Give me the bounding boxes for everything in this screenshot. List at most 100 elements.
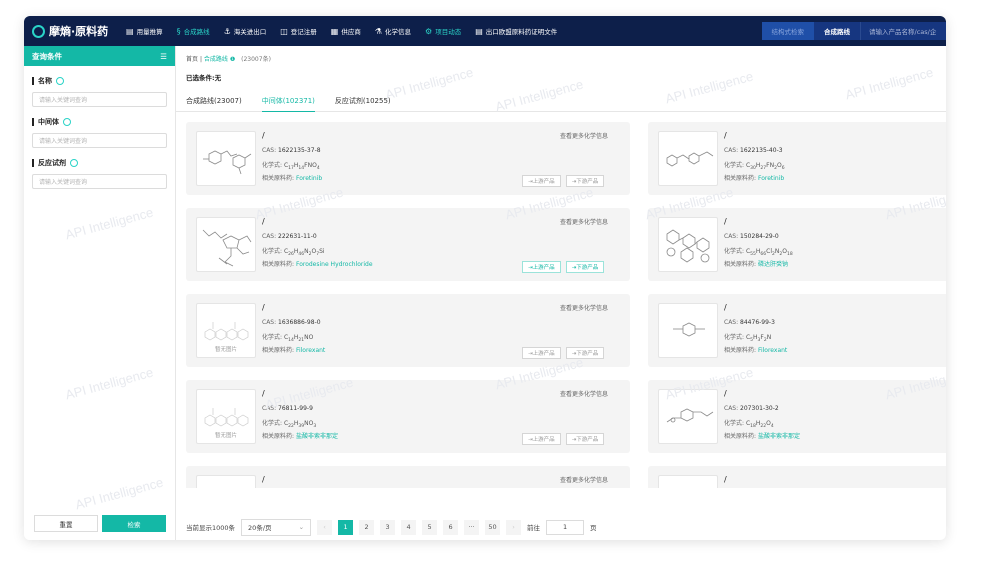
nav-item-synthesis-route[interactable]: § 合成路线	[177, 26, 210, 37]
downstream-button[interactable]: ⇥下游产品	[565, 261, 605, 273]
breadcrumb-current[interactable]: 合成路线	[204, 56, 228, 63]
result-tab[interactable]: 中间体(102371)	[261, 90, 316, 112]
filter-input[interactable]: 请输入关键词查询	[32, 174, 167, 189]
related-drug-link[interactable]: Filorexant	[296, 347, 325, 354]
more-chem-info-link[interactable]: 查看更多化学信息	[560, 131, 608, 140]
related-drug-link[interactable]: 盐酸非索非那定	[296, 433, 338, 440]
more-chem-info-link[interactable]: 查看更多化学信息	[560, 475, 608, 484]
prev-page-button[interactable]: ‹	[317, 519, 333, 535]
card-title[interactable]: /	[262, 131, 265, 140]
downstream-button[interactable]: ⇥下游产品	[565, 433, 605, 445]
related-drug-link[interactable]: Foretinib	[296, 175, 322, 182]
result-card[interactable]: /	[648, 466, 946, 488]
related-drug-link[interactable]: Forodesine Hydrochloride	[296, 261, 373, 268]
result-card[interactable]: / 查看更多化学信息 CAS: 1622135-37-8 化学式: C17H14FNO…	[186, 122, 630, 195]
result-card[interactable]: 暂无图片 / 查看更多化学信息 CAS: 1636886-98-0 化学式: C14H2…	[186, 294, 630, 367]
card-title[interactable]: /	[724, 389, 727, 398]
result-card[interactable]: / CAS: 84476-99-3 化学式: C5H3F2N 相关原料药: Filor…	[648, 294, 946, 367]
help-icon[interactable]	[70, 159, 78, 167]
related-drug-link[interactable]: 盐酸非索非那定	[758, 433, 800, 440]
page-button[interactable]: 50	[485, 519, 501, 535]
nav-item-eu-certificate[interactable]: ▤ 出口欧盟原料药证明文件	[475, 26, 557, 37]
structure-image[interactable]	[658, 303, 718, 358]
cas-value[interactable]: 84476-99-3	[740, 319, 775, 326]
page-button[interactable]: ···	[464, 519, 480, 535]
cas-value[interactable]: 222631-11-0	[278, 233, 317, 240]
result-card[interactable]: / 查看更多化学信息 CAS: 222631-11-0 化学式: C26H46N2O7…	[186, 208, 630, 281]
brand-logo[interactable]: 摩熵·原料药	[24, 23, 120, 39]
structure-image[interactable]	[196, 131, 256, 186]
result-card[interactable]: / CAS: 207301-30-2 化学式: C18H22O4 相关原料药: 盐酸非…	[648, 380, 946, 453]
global-search-input[interactable]: 请输入产品名称/cas/企	[860, 22, 946, 40]
nav-item-project-news[interactable]: ⚙ 项目动态	[425, 26, 461, 37]
upstream-button[interactable]: ⇥上游产品	[522, 261, 561, 273]
filter-input[interactable]: 请输入关键词查询	[32, 133, 167, 148]
card-title[interactable]: /	[724, 475, 727, 484]
cas-value[interactable]: 150284-29-0	[740, 233, 779, 240]
formula-label: 化学式:	[724, 248, 745, 255]
filter-input[interactable]: 请输入关键词查询	[32, 92, 167, 107]
more-chem-info-link[interactable]: 查看更多化学信息	[560, 303, 608, 312]
downstream-button[interactable]: ⇥下游产品	[565, 175, 605, 187]
structure-image[interactable]	[658, 389, 718, 444]
card-title[interactable]: /	[724, 217, 727, 226]
result-tab[interactable]: 反应试剂(10255)	[335, 90, 391, 111]
cas-value[interactable]: 1636886-98-0	[278, 319, 321, 326]
related-drug-link[interactable]: Filorexant	[758, 347, 787, 354]
nav-item-customs[interactable]: ⚓ 海关进出口	[224, 26, 267, 37]
upstream-button[interactable]: ⇥上游产品	[522, 433, 561, 445]
structure-image[interactable]	[658, 475, 718, 488]
nav-item-supplier[interactable]: ▦ 供应商	[331, 26, 361, 37]
page-button[interactable]: 1	[338, 519, 354, 535]
card-title[interactable]: /	[262, 475, 265, 484]
breadcrumb-home[interactable]: 首页	[186, 56, 198, 63]
structure-image[interactable]	[196, 475, 256, 488]
help-icon[interactable]	[63, 118, 71, 126]
upstream-button[interactable]: ⇥上游产品	[522, 347, 561, 359]
route-search-button[interactable]: 合成路线	[814, 22, 860, 40]
cas-value[interactable]: 207301-30-2	[740, 405, 779, 412]
menu-icon[interactable]: ☰	[160, 52, 167, 61]
structure-image[interactable]	[196, 217, 256, 272]
structure-image[interactable]: 暂无图片	[196, 303, 256, 358]
card-title[interactable]: /	[262, 217, 265, 226]
result-card[interactable]: / CAS: 1622135-40-3 化学式: C30H27FN2O6 相关原料药:…	[648, 122, 946, 195]
card-title[interactable]: /	[262, 389, 265, 398]
next-page-button[interactable]: ›	[506, 519, 522, 535]
cas-value[interactable]: 1622135-37-8	[278, 147, 321, 154]
more-chem-info-link[interactable]: 查看更多化学信息	[560, 217, 608, 226]
search-button[interactable]: 检索	[102, 515, 166, 532]
upstream-button[interactable]: ⇥上游产品	[522, 175, 561, 187]
result-card[interactable]: 暂无图片 / 查看更多化学信息 CAS: 76811-99-9 化学式: C22H39N…	[186, 380, 630, 453]
page-button[interactable]: 3	[380, 519, 396, 535]
related-drug-link[interactable]: 磷达肝癸钠	[758, 261, 788, 268]
nav-item-usage[interactable]: ▤ 用量推算	[126, 26, 163, 37]
nav-item-chemical-info[interactable]: ⚗ 化学信息	[375, 26, 411, 37]
result-card[interactable]: / 查看更多化学信息	[186, 466, 630, 488]
structure-image[interactable]	[658, 131, 718, 186]
help-icon[interactable]	[56, 77, 64, 85]
page-button[interactable]: 4	[401, 519, 417, 535]
card-title[interactable]: /	[724, 131, 727, 140]
structure-image[interactable]: 暂无图片	[196, 389, 256, 444]
reset-button[interactable]: 重置	[34, 515, 98, 532]
structure-image[interactable]	[658, 217, 718, 272]
goto-page-input[interactable]: 1	[546, 519, 585, 535]
card-title[interactable]: /	[262, 303, 265, 312]
result-card[interactable]: / CAS: 150284-29-0 化学式: C55H66Cl2N2O18 相关原料…	[648, 208, 946, 281]
related-drug-link[interactable]: Foretinib	[758, 175, 784, 182]
downstream-button[interactable]: ⇥下游产品	[565, 347, 605, 359]
nav-item-registration[interactable]: ◫ 登记注册	[280, 26, 317, 37]
structure-search-button[interactable]: 结构式检索	[761, 22, 814, 40]
card-title[interactable]: /	[724, 303, 727, 312]
page-button[interactable]: 2	[359, 519, 375, 535]
page-button[interactable]: 5	[422, 519, 438, 535]
cas-row: CAS: 207301-30-2	[724, 405, 779, 412]
cas-value[interactable]: 76811-99-9	[278, 405, 313, 412]
cas-value[interactable]: 1622135-40-3	[740, 147, 783, 154]
more-chem-info-link[interactable]: 查看更多化学信息	[560, 389, 608, 398]
formula-value: C14H21NO	[283, 334, 314, 344]
page-button[interactable]: 6	[443, 519, 459, 535]
page-size-select[interactable]: 20条/页 ⌄	[241, 518, 312, 536]
result-tab[interactable]: 合成路线(23007)	[186, 90, 242, 111]
